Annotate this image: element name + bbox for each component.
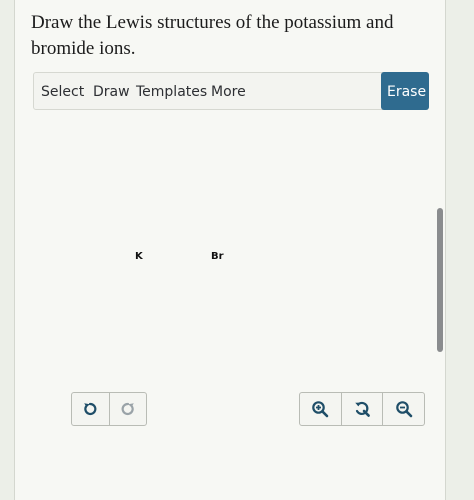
more-tool-button[interactable]: More — [211, 83, 246, 101]
erase-button[interactable]: Erase — [381, 72, 429, 110]
zoom-out-icon — [395, 401, 412, 418]
question-panel: Draw the Lewis structures of the potassi… — [14, 0, 446, 500]
select-tool-button[interactable]: Select — [41, 83, 84, 101]
atom-potassium[interactable]: K — [135, 251, 143, 263]
templates-tool-button[interactable]: Templates — [136, 83, 207, 101]
reset-zoom-icon — [355, 401, 370, 417]
question-prompt: Draw the Lewis structures of the potassi… — [31, 12, 394, 59]
canvas-scrollbar[interactable] — [437, 208, 443, 352]
drawing-canvas[interactable]: K Br — [33, 118, 443, 434]
history-controls — [71, 392, 147, 426]
zoom-controls — [299, 392, 425, 426]
redo-icon — [121, 402, 134, 416]
zoom-in-button[interactable] — [300, 393, 341, 425]
reset-zoom-button[interactable] — [340, 393, 383, 425]
sketcher-toolbar: Select Draw Templates More Erase — [33, 72, 429, 110]
undo-button[interactable] — [72, 393, 109, 425]
zoom-out-button[interactable] — [382, 393, 424, 425]
undo-icon — [84, 402, 97, 416]
atom-bromine[interactable]: Br — [211, 251, 224, 263]
redo-button[interactable] — [108, 393, 147, 425]
draw-tool-button[interactable]: Draw — [93, 83, 130, 101]
zoom-in-icon — [312, 401, 329, 418]
